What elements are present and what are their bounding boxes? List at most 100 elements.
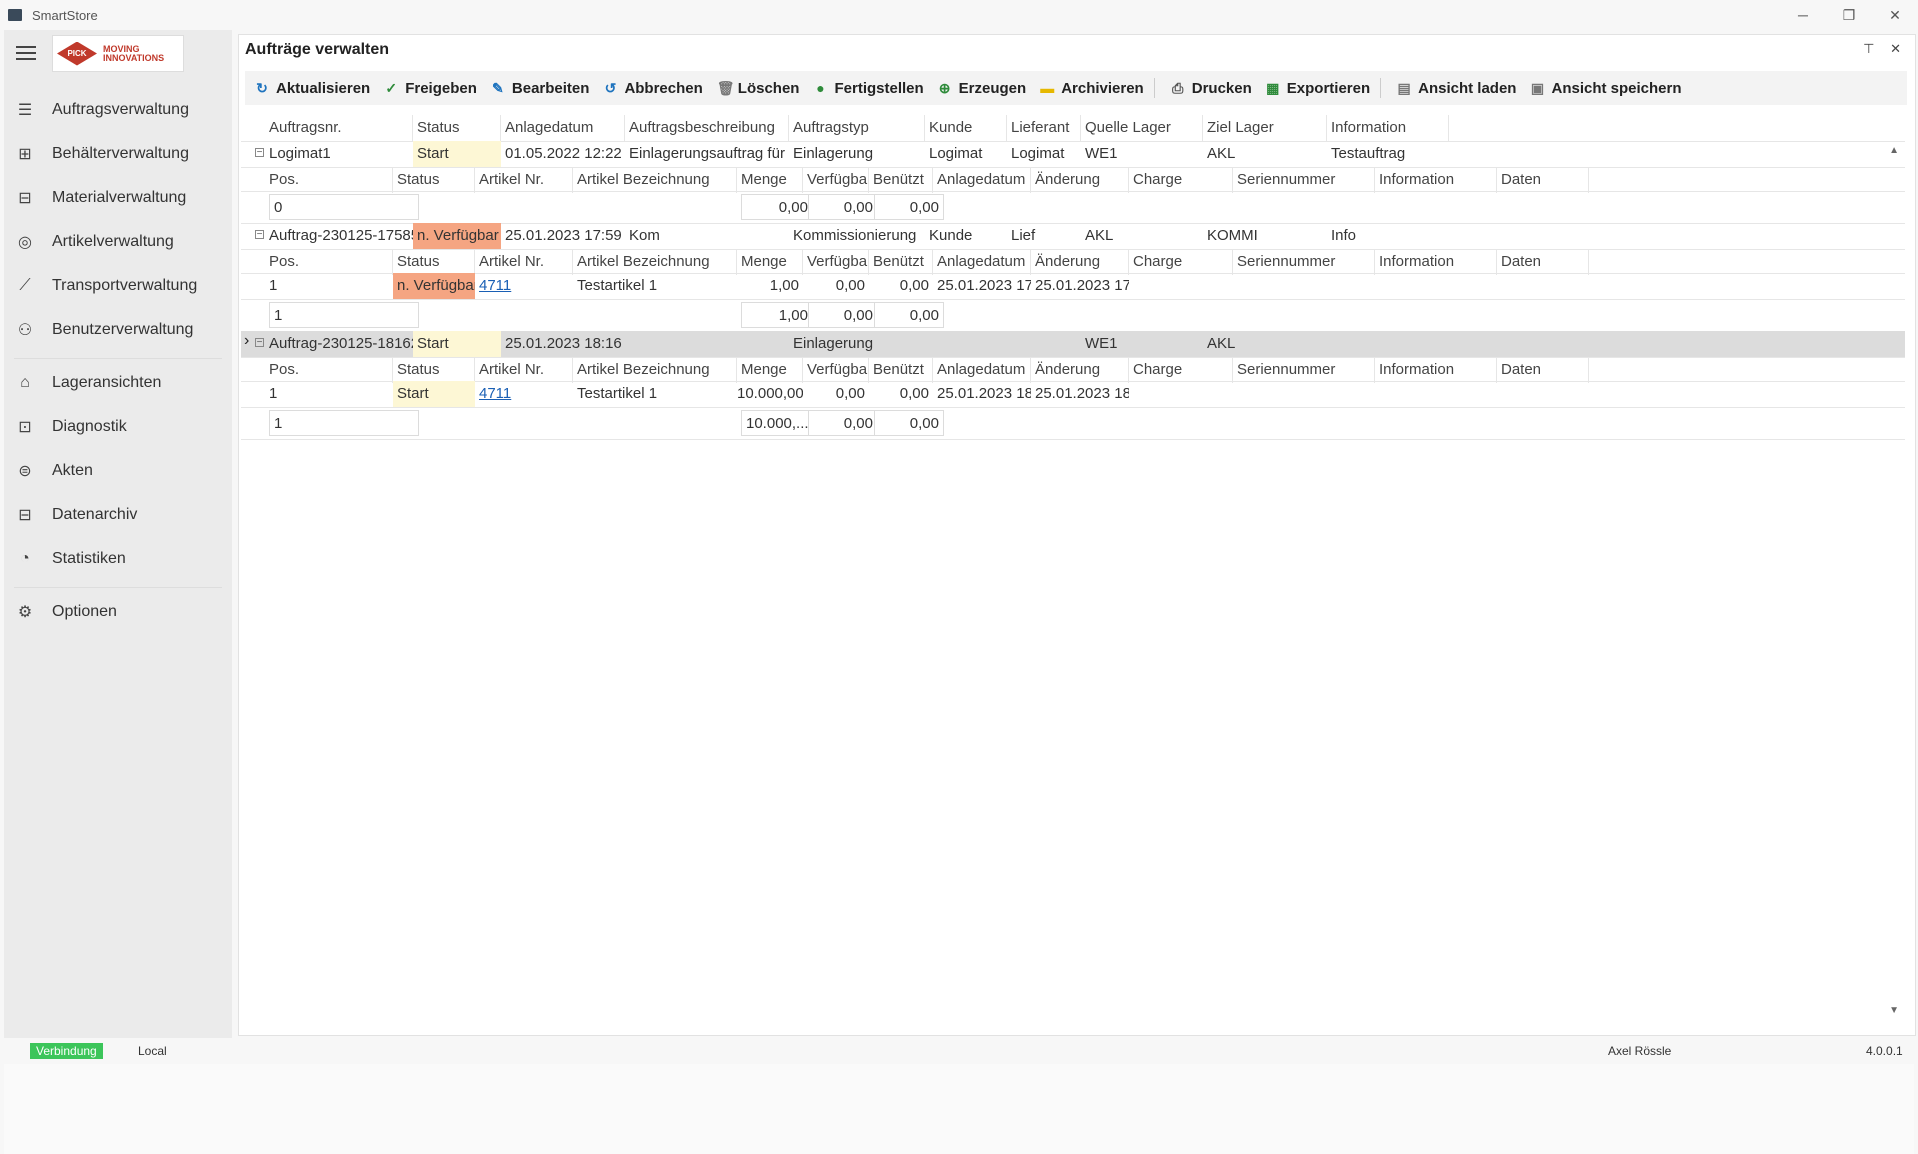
column-header[interactable]: Menge	[737, 167, 803, 193]
order-cell[interactable]: Testauftrag	[1327, 141, 1449, 167]
ansicht-laden-button[interactable]: ▤ Ansicht laden	[1397, 80, 1517, 97]
column-header[interactable]: Auftragsnr.	[265, 115, 413, 141]
order-cell[interactable]: Logimat1	[265, 141, 413, 167]
column-header[interactable]: Benützt	[869, 249, 933, 275]
bearbeiten-button[interactable]: ✎ Bearbeiten	[491, 80, 589, 97]
position-cell[interactable]: 0,00	[803, 273, 869, 299]
position-cell[interactable]: 0,00	[869, 381, 933, 407]
sidebar-item-artikelverwaltung[interactable]: ◎ Artikelverwaltung	[4, 220, 232, 264]
exportieren-button[interactable]: ▦ Exportieren	[1266, 80, 1370, 97]
position-cell[interactable]: Testartikel 1	[573, 273, 737, 299]
column-header[interactable]: Information	[1327, 115, 1449, 141]
order-cell[interactable]: KOMMI	[1203, 223, 1327, 249]
position-cell[interactable]: n. Verfügbar	[393, 273, 475, 299]
sidebar-item-akten[interactable]: ⊜ Akten	[4, 449, 232, 493]
scroll-up-icon[interactable]: ▲	[1889, 145, 1899, 156]
column-header[interactable]: Änderung	[1031, 357, 1129, 383]
column-header[interactable]: Artikel Nr.	[475, 167, 573, 193]
column-header[interactable]: Charge	[1129, 357, 1233, 383]
column-header[interactable]: Anlagedatum	[501, 115, 625, 141]
position-cell[interactable]	[1497, 273, 1589, 299]
order-cell[interactable]: Lief	[1007, 223, 1081, 249]
column-header[interactable]: Status	[413, 115, 501, 141]
sidebar-item-optionen[interactable]: ⚙ Optionen	[4, 590, 232, 634]
column-header[interactable]: Artikel Nr.	[475, 357, 573, 383]
column-header[interactable]: Pos.	[265, 357, 393, 383]
column-header[interactable]: Menge	[737, 357, 803, 383]
order-cell[interactable]: Einlagerung	[789, 141, 925, 167]
column-header[interactable]: Artikel Bezeichnung	[573, 249, 737, 275]
column-header[interactable]: Pos.	[265, 167, 393, 193]
column-header[interactable]: Benützt	[869, 357, 933, 383]
menu-icon[interactable]	[16, 46, 36, 60]
sidebar-item-datenarchiv[interactable]: ⊟ Datenarchiv	[4, 493, 232, 537]
column-header[interactable]: Änderung	[1031, 167, 1129, 193]
column-header[interactable]: Artikel Bezeichnung	[573, 357, 737, 383]
position-cell[interactable]: 10.000,00	[737, 381, 803, 407]
order-cell[interactable]: Auftrag-230125-175859	[265, 223, 413, 249]
column-header[interactable]: Quelle Lager	[1081, 115, 1203, 141]
position-cell[interactable]	[1233, 273, 1375, 299]
position-cell[interactable]: 0,00	[803, 381, 869, 407]
order-cell[interactable]: Kom	[625, 223, 789, 249]
order-cell[interactable]: Einlagerung	[789, 331, 925, 357]
column-header[interactable]: Auftragstyp	[789, 115, 925, 141]
column-header[interactable]: Seriennummer	[1233, 249, 1375, 275]
close-button[interactable]: ✕	[1872, 0, 1918, 30]
column-header[interactable]: Pos.	[265, 249, 393, 275]
sidebar-item-statistiken[interactable]: ◔ Statistiken	[4, 537, 232, 581]
article-link[interactable]: 4711	[475, 381, 573, 407]
aktualisieren-button[interactable]: ↻ Aktualisieren	[255, 80, 370, 97]
column-header[interactable]: Daten	[1497, 249, 1589, 275]
article-number-link[interactable]: 4711	[479, 385, 511, 402]
sidebar-item-auftragsverwaltung[interactable]: ☰ Auftragsverwaltung	[4, 88, 232, 132]
drucken-button[interactable]: ⎙ Drucken	[1171, 80, 1252, 97]
column-header[interactable]: Benützt	[869, 167, 933, 193]
collapse-icon[interactable]: −	[255, 338, 264, 348]
sidebar-item-transportverwaltung[interactable]: ⟋ Transportverwaltung	[4, 264, 232, 308]
pane-controls[interactable]: ⊤ ✕	[1863, 41, 1907, 57]
sidebar-item-materialverwaltung[interactable]: ⊟ Materialverwaltung	[4, 176, 232, 220]
column-header[interactable]: Anlagedatum	[933, 249, 1031, 275]
position-cell[interactable]: 1	[265, 381, 393, 407]
order-cell[interactable]	[1007, 331, 1081, 357]
order-cell[interactable]: WE1	[1081, 331, 1203, 357]
column-header[interactable]: Änderung	[1031, 249, 1129, 275]
article-link[interactable]: 4711	[475, 273, 573, 299]
status-badge[interactable]: Start	[413, 141, 501, 167]
column-header[interactable]: Verfügbar	[803, 249, 869, 275]
sidebar-item-benutzerverwaltung[interactable]: ⚇ Benutzerverwaltung	[4, 308, 232, 352]
fertigstellen-button[interactable]: ● Fertigstellen	[813, 80, 923, 97]
freigeben-button[interactable]: ✓ Freigeben	[384, 80, 477, 97]
order-cell[interactable]: Logimat	[925, 141, 1007, 167]
position-cell[interactable]: 1	[265, 273, 393, 299]
position-cell[interactable]: Start	[393, 381, 475, 407]
column-header[interactable]: Artikel Bezeichnung	[573, 167, 737, 193]
order-cell[interactable]: AKL	[1081, 223, 1203, 249]
minimize-button[interactable]: ─	[1780, 0, 1826, 30]
collapse-icon[interactable]: −	[255, 148, 264, 158]
column-header[interactable]: Kunde	[925, 115, 1007, 141]
column-header[interactable]: Information	[1375, 167, 1497, 193]
order-cell[interactable]: AKL	[1203, 331, 1327, 357]
löschen-button[interactable]: 🗑 Löschen	[717, 80, 800, 97]
order-cell[interactable]: Kunde	[925, 223, 1007, 249]
order-cell[interactable]: Auftrag-230125-181624	[265, 331, 413, 357]
order-cell[interactable]: AKL	[1203, 141, 1327, 167]
column-header[interactable]: Charge	[1129, 249, 1233, 275]
column-header[interactable]: Seriennummer	[1233, 357, 1375, 383]
archivieren-button[interactable]: ▬ Archivieren	[1040, 80, 1144, 97]
position-cell[interactable]	[1497, 381, 1589, 407]
ansicht-speichern-button[interactable]: ▣ Ansicht speichern	[1530, 80, 1682, 97]
column-header[interactable]: Anlagedatum	[933, 357, 1031, 383]
column-header[interactable]: Ziel Lager	[1203, 115, 1327, 141]
order-cell[interactable]: 25.01.2023 18:16	[501, 331, 625, 357]
column-header[interactable]: Lieferant	[1007, 115, 1081, 141]
order-cell[interactable]: WE1	[1081, 141, 1203, 167]
status-badge[interactable]: Start	[413, 331, 501, 357]
column-header[interactable]: Information	[1375, 249, 1497, 275]
position-cell[interactable]	[1129, 273, 1233, 299]
position-cell[interactable]: 25.01.2023 18...	[933, 381, 1031, 407]
column-header[interactable]: Charge	[1129, 167, 1233, 193]
column-header[interactable]: Daten	[1497, 167, 1589, 193]
